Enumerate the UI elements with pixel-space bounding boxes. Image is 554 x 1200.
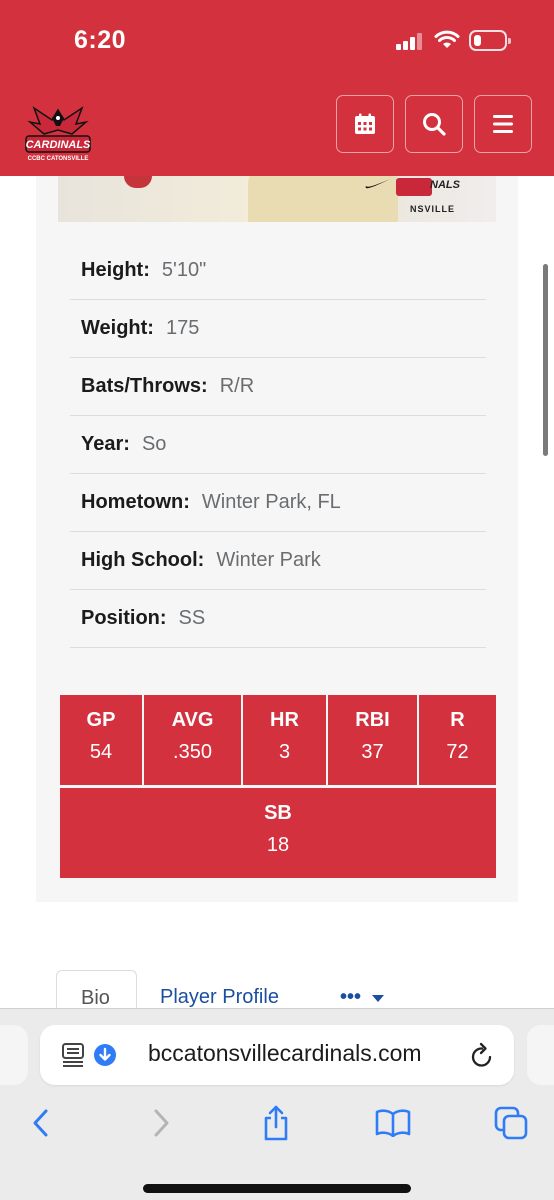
share-button[interactable] [256,1103,296,1143]
info-row-year: Year: So [70,416,486,474]
chevron-left-icon [33,1109,48,1137]
bookmarks-button[interactable] [373,1103,413,1143]
stat-value: 54 [89,741,113,763]
stat-cell-rbi: RBI 37 [328,695,417,785]
info-row-position: Position: SS [70,590,486,648]
player-card: NALS NSVILLE Height: 5'10" Weight: 175 B… [36,176,518,902]
wifi-icon [434,30,460,55]
info-value: 5'10" [161,259,207,281]
calendar-button[interactable] [336,95,394,153]
stat-value: 3 [278,741,291,763]
screen: 6:20 CARDINALS CCBC CATONSVILLE NALS NSV… [0,0,554,1200]
address-bar[interactable]: bccatonsvillecardinals.com [40,1025,514,1085]
stat-label: RBI [355,709,390,731]
nike-logo-icon [365,179,390,189]
tabs-button[interactable] [491,1103,531,1143]
tabs-icon [494,1106,528,1140]
stat-label: HR [270,709,299,731]
scroll-indicator[interactable] [543,264,548,456]
info-row-bats-throws: Bats/Throws: R/R [70,358,486,416]
info-row-high-school: High School: Winter Park [70,532,486,590]
caret-down-icon [371,994,384,1002]
stat-cell-avg: AVG .350 [144,695,241,785]
stat-cell-sb: SB 18 [60,788,496,878]
status-bar: 6:20 [0,0,554,80]
info-value: Winter Park, FL [201,491,341,513]
tab-player-profile[interactable]: Player Profile [160,986,279,1008]
logo-text: CARDINALS [26,139,91,151]
info-row-weight: Weight: 175 [70,300,486,358]
reader-mode-icon[interactable] [62,1043,84,1067]
info-label: Height: [81,259,150,281]
info-label: Position: [81,607,167,629]
search-button[interactable] [405,95,463,153]
tab-bio[interactable]: Bio [56,970,137,1008]
chevron-right-icon [154,1109,169,1137]
stat-cell-gp: GP 54 [60,695,142,785]
stat-label: SB [264,802,292,824]
cellular-signal-icon [396,32,424,50]
stat-value: 72 [446,741,469,763]
info-value: R/R [219,375,255,397]
url-text[interactable]: bccatonsvillecardinals.com [148,1040,422,1067]
reload-icon[interactable] [470,1042,494,1068]
stat-cell-hr: HR 3 [243,695,326,785]
back-button[interactable] [21,1103,61,1143]
logo-subtext: CCBC CATONSVILLE [28,156,89,162]
player-photo: NALS NSVILLE [58,176,496,222]
stat-label: R [450,709,465,731]
info-row-hometown: Hometown: Winter Park, FL [70,474,486,532]
stat-value: 18 [266,834,290,856]
share-icon [264,1105,288,1141]
stat-label: AVG [171,709,214,731]
info-label: Year: [81,433,130,455]
menu-icon [493,115,513,133]
info-label: Bats/Throws: [81,375,208,397]
tab-more[interactable]: ••• [340,986,385,1008]
stat-value: .350 [173,741,212,763]
profile-tabs: Bio Player Profile ••• [56,970,476,1008]
info-row-height: Height: 5'10" [70,242,486,300]
info-value: SS [178,607,206,629]
photo-caption: NALS [430,179,460,191]
calendar-icon [355,113,375,134]
stat-label: GP [86,709,116,731]
forward-button[interactable] [141,1103,181,1143]
download-icon[interactable] [93,1043,117,1067]
page-content: NALS NSVILLE Height: 5'10" Weight: 175 B… [0,176,554,1008]
info-label: Hometown: [81,491,190,513]
browser-bottom-bar: bccatonsvillecardinals.com [0,1008,554,1200]
info-value: So [141,433,167,455]
book-icon [375,1109,411,1137]
previous-tab-preview[interactable] [0,1025,28,1085]
cardinals-logo[interactable]: CARDINALS CCBC CATONSVILLE [24,104,92,162]
info-label: High School: [81,549,205,571]
stat-cell-r: R 72 [419,695,496,785]
stat-value: 37 [361,741,384,763]
more-dots: ••• [340,986,362,1008]
status-time: 6:20 [74,26,127,54]
menu-button[interactable] [474,95,532,153]
battery-icon [469,30,511,51]
search-icon [423,113,446,136]
photo-subcaption: NSVILLE [410,204,456,214]
info-label: Weight: [81,317,154,339]
site-header: CARDINALS CCBC CATONSVILLE [0,80,554,176]
info-value: 175 [165,317,200,339]
home-indicator [143,1184,411,1193]
next-tab-preview[interactable] [527,1025,554,1085]
info-value: Winter Park [216,549,321,571]
